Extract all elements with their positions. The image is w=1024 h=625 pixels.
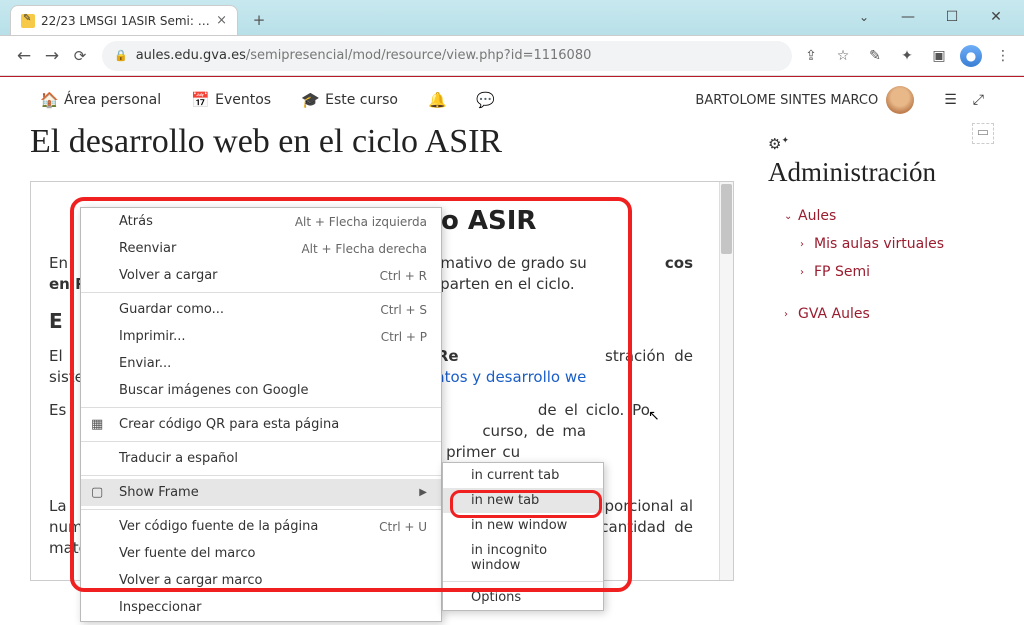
edit-blocks-icon[interactable]: ☰ xyxy=(944,92,957,108)
ctx-separator xyxy=(81,407,441,408)
ctx-forward[interactable]: ReenviarAlt + Flecha derecha xyxy=(81,235,441,262)
nav-este-curso[interactable]: 🎓 Este curso xyxy=(301,91,398,109)
moodle-navbar: 🏠Área personal 📅Eventos 🎓Este curso 🔔 💬 … xyxy=(0,77,1024,123)
url-host: aules.edu.gva.es xyxy=(136,48,246,63)
caret-right-icon: › xyxy=(784,309,792,320)
url-input[interactable]: 🔒 aules.edu.gva.es/semipresencial/mod/re… xyxy=(102,41,792,71)
ctx-show-frame[interactable]: ▢Show Frame▶ xyxy=(81,479,441,506)
chevron-down-icon[interactable]: ⌄ xyxy=(848,10,880,24)
frame-icon: ▢ xyxy=(91,485,103,500)
tab-title: 22/23 LMSGI 1ASIR Semi: El desa xyxy=(41,14,210,28)
tree-mis-aulas[interactable]: ›Mis aulas virtuales xyxy=(768,230,990,258)
ctx-print[interactable]: Imprimir...Ctrl + P xyxy=(81,323,441,350)
ctx-separator xyxy=(81,509,441,510)
sub-incognito[interactable]: in incognito window xyxy=(443,538,603,578)
calendar-icon: 📅 xyxy=(191,91,209,109)
context-submenu: in current tab in new tab in new window … xyxy=(442,462,604,611)
user-name[interactable]: BARTOLOME SINTES MARCO xyxy=(695,93,878,108)
nav-label: Este curso xyxy=(325,92,398,108)
nav-label: Eventos xyxy=(215,92,271,108)
sidebar: ▭ ⚙✦ Administración ⌄Aules ›Mis aulas vi… xyxy=(764,123,994,625)
ctx-inspect[interactable]: Inspeccionar xyxy=(81,594,441,621)
nav-eventos[interactable]: 📅 Eventos xyxy=(191,91,271,109)
qr-icon: ▦ xyxy=(91,417,103,432)
profile-avatar-icon[interactable]: ● xyxy=(960,45,982,67)
sub-current-tab[interactable]: in current tab xyxy=(443,463,603,488)
submenu-arrow-icon: ▶ xyxy=(419,487,427,498)
ctx-search-images[interactable]: Buscar imágenes con Google xyxy=(81,377,441,404)
ctx-send[interactable]: Enviar... xyxy=(81,350,441,377)
ctx-view-source[interactable]: Ver código fuente de la páginaCtrl + U xyxy=(81,513,441,540)
sub-new-window[interactable]: in new window xyxy=(443,513,603,538)
extensions-icon[interactable]: ✦ xyxy=(896,48,918,64)
user-avatar[interactable] xyxy=(886,86,914,114)
lock-icon: 🔒 xyxy=(114,49,128,62)
sidebar-block-admin: ▭ ⚙✦ Administración ⌄Aules ›Mis aulas vi… xyxy=(764,127,994,336)
fullscreen-toggle-icon[interactable]: ⤢ xyxy=(973,92,984,108)
ctx-reload[interactable]: Volver a cargarCtrl + R xyxy=(81,262,441,289)
tab-close-button[interactable]: × xyxy=(216,13,227,28)
nav-area-personal[interactable]: 🏠 Área personal xyxy=(40,91,161,109)
page-title: El desarrollo web en el ciclo ASIR xyxy=(30,123,734,161)
tree-aules[interactable]: ⌄Aules xyxy=(768,202,990,230)
sub-new-tab[interactable]: in new tab xyxy=(443,488,603,513)
ctx-reload-frame[interactable]: Volver a cargar marco xyxy=(81,567,441,594)
dashboard-icon: 🏠 xyxy=(40,91,58,109)
nav-messages[interactable]: 💬 xyxy=(476,91,494,109)
course-icon: 🎓 xyxy=(301,91,319,109)
sidebar-title: Administración xyxy=(768,157,990,188)
url-path: /semipresencial/mod/resource/view.php?id… xyxy=(246,48,592,63)
context-menu: AtrásAlt + Flecha izquierda ReenviarAlt … xyxy=(80,207,442,622)
ctx-view-frame-source[interactable]: Ver fuente del marco xyxy=(81,540,441,567)
tab-strip: 22/23 LMSGI 1ASIR Semi: El desa × + xyxy=(0,1,836,35)
chat-icon: 💬 xyxy=(476,91,494,109)
ctx-back[interactable]: AtrásAlt + Flecha izquierda xyxy=(81,208,441,235)
address-icons: ⇪ ☆ ✎ ✦ ▣ ● ⋮ xyxy=(800,45,1014,67)
gear-icon[interactable]: ⚙✦ xyxy=(768,135,990,153)
close-button[interactable]: ✕ xyxy=(980,9,1012,25)
tree-gva-aules[interactable]: ›GVA Aules xyxy=(768,300,990,328)
panel-icon[interactable]: ▣ xyxy=(928,48,950,64)
iframe-scrollbar[interactable] xyxy=(719,182,733,580)
browser-tab[interactable]: 22/23 LMSGI 1ASIR Semi: El desa × xyxy=(10,5,238,35)
window-controls: ⌄ — ☐ ✕ xyxy=(836,0,1024,35)
caret-right-icon: › xyxy=(800,239,808,250)
ctx-create-qr[interactable]: ▦Crear código QR para esta página xyxy=(81,411,441,438)
share-icon[interactable]: ⇪ xyxy=(800,48,822,64)
back-button[interactable]: ← xyxy=(10,42,38,70)
ctx-translate[interactable]: Traducir a español xyxy=(81,445,441,472)
ctx-separator xyxy=(81,441,441,442)
window-titlebar: 22/23 LMSGI 1ASIR Semi: El desa × + ⌄ — … xyxy=(0,0,1024,36)
eyedropper-icon[interactable]: ✎ xyxy=(864,48,886,64)
caret-down-icon: ⌄ xyxy=(784,211,792,222)
menu-icon[interactable]: ⋮ xyxy=(992,48,1014,64)
reload-button[interactable]: ⟳ xyxy=(66,42,94,70)
new-tab-button[interactable]: + xyxy=(246,7,272,33)
forward-button[interactable]: → xyxy=(38,42,66,70)
ctx-separator xyxy=(443,581,603,582)
ctx-separator xyxy=(81,292,441,293)
bell-icon: 🔔 xyxy=(428,91,446,109)
block-collapse-icon[interactable]: ▭ xyxy=(972,123,994,144)
nav-notifications[interactable]: 🔔 xyxy=(428,91,446,109)
ctx-save-as[interactable]: Guardar como...Ctrl + S xyxy=(81,296,441,323)
caret-right-icon: › xyxy=(800,267,808,278)
maximize-button[interactable]: ☐ xyxy=(936,9,968,25)
tab-favicon xyxy=(21,14,35,28)
ctx-separator xyxy=(81,475,441,476)
sub-options[interactable]: Options xyxy=(443,585,603,610)
tree-fp-semi[interactable]: ›FP Semi xyxy=(768,258,990,286)
bookmark-star-icon[interactable]: ☆ xyxy=(832,48,854,64)
minimize-button[interactable]: — xyxy=(892,9,924,25)
nav-label: Área personal xyxy=(64,92,161,108)
address-bar: ← → ⟳ 🔒 aules.edu.gva.es/semipresencial/… xyxy=(0,36,1024,76)
